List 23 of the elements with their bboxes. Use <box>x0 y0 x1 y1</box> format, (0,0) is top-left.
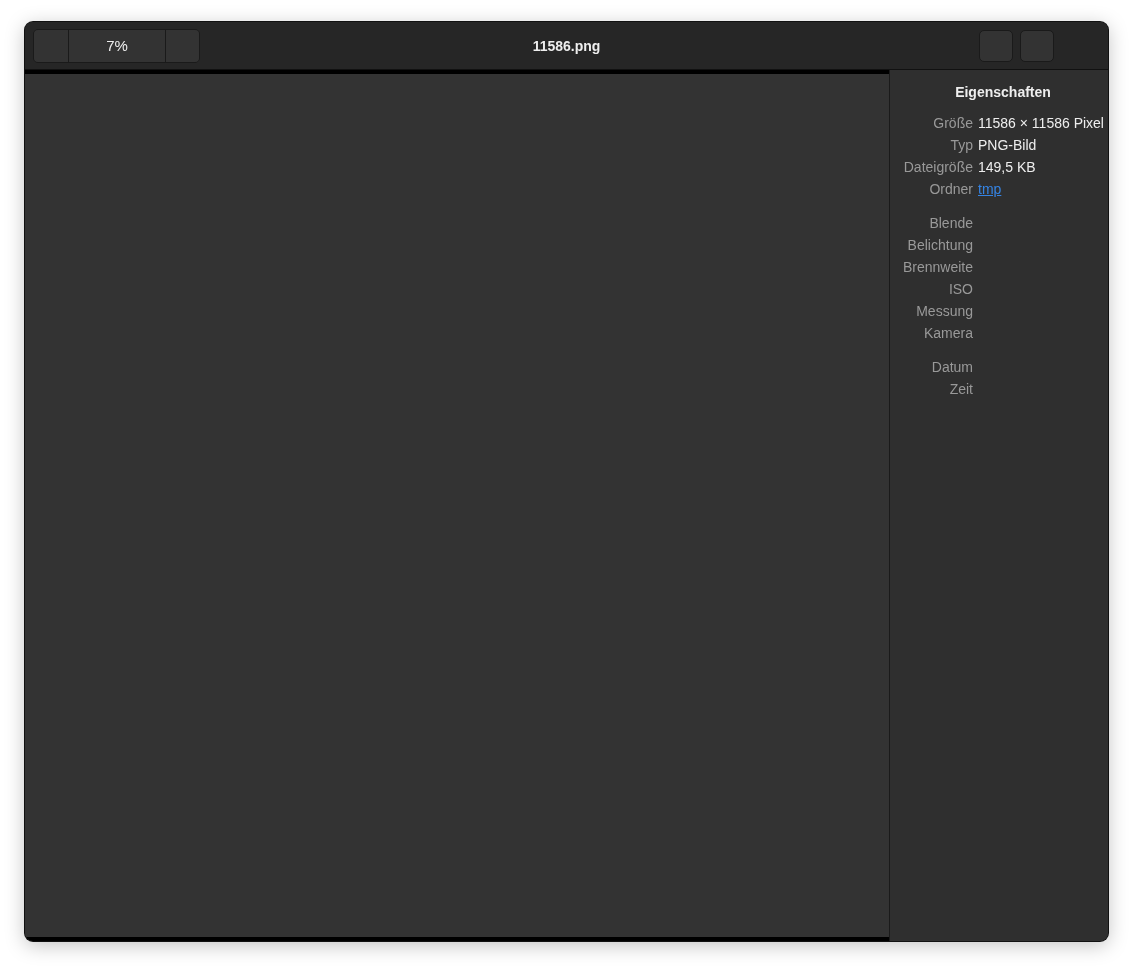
property-label: Belichtung <box>907 237 973 253</box>
property-label: Messung <box>916 303 973 319</box>
property-label: ISO <box>948 281 973 297</box>
sidebar-title: Eigenschaften <box>954 84 1052 100</box>
toolbar-button[interactable] <box>979 29 1013 62</box>
window-title: 11586.png <box>532 37 601 54</box>
property-label: Dateigröße <box>903 159 973 175</box>
property-label: Brennweite <box>902 259 973 275</box>
toolbar-button[interactable] <box>165 29 199 62</box>
property-label: Kamera <box>923 325 973 341</box>
property-label: Ordner <box>929 181 973 197</box>
property-value: 149,5 KB <box>978 159 1037 175</box>
toolbar-button[interactable] <box>1020 29 1054 62</box>
property-label: Typ <box>950 137 973 153</box>
property-label: Datum <box>931 359 973 375</box>
property-label: Blende <box>929 215 973 231</box>
zoom-button[interactable]: 7% <box>68 29 165 62</box>
property-label: Größe <box>933 115 973 131</box>
folder-link[interactable]: tmp <box>978 181 1002 197</box>
property-value: 11586 × 11586 Pixel <box>978 115 1105 131</box>
property-label: Zeit <box>949 381 973 397</box>
toolbar-button[interactable] <box>34 29 68 62</box>
property-value: PNG-Bild <box>978 137 1038 153</box>
